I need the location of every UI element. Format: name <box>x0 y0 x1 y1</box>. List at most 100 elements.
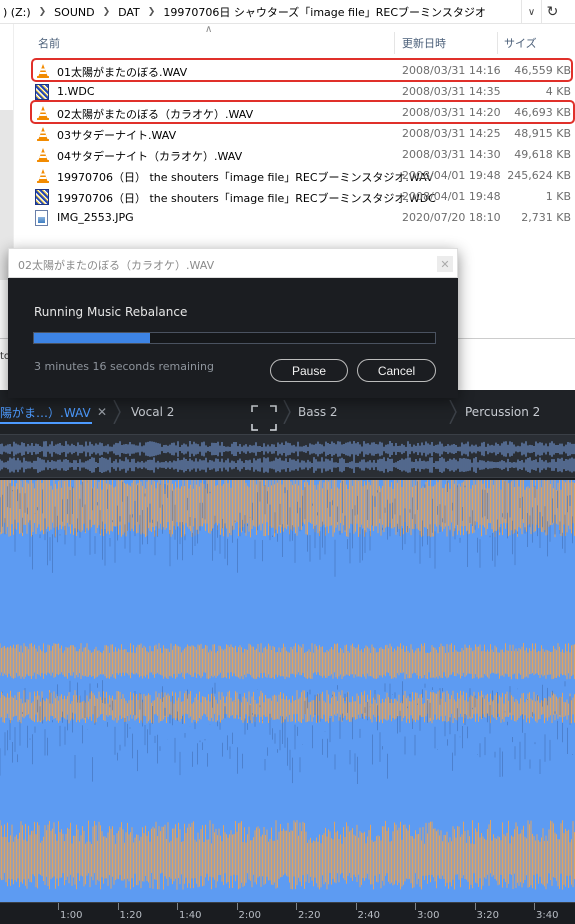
file-date: 2008/03/31 14:20 <box>402 106 501 119</box>
refresh-icon[interactable]: ↻ <box>541 0 563 24</box>
tab-separator-icon <box>113 400 121 424</box>
breadcrumb[interactable]: ) (Z:) ❯ SOUND ❯ DAT ❯ 19970706日 シャウターズ「… <box>0 0 520 24</box>
cancel-button[interactable]: Cancel <box>357 359 436 382</box>
file-size: 48,915 KB <box>514 127 571 140</box>
progress-fill <box>34 333 151 343</box>
file-size: 46,559 KB <box>514 64 571 77</box>
file-row[interactable]: 02太陽がまたのぼる（カラオケ）.WAV 2008/03/31 14:20 46… <box>30 102 575 123</box>
file-name: 03サタデーナイト.WAV <box>57 129 177 142</box>
active-tab-indicator <box>0 422 92 424</box>
timeline-tick <box>296 903 297 910</box>
tab-label: Bass 2 <box>298 405 338 419</box>
timeline-tick <box>355 903 357 910</box>
breadcrumb-drive[interactable]: ) (Z:) <box>0 6 34 19</box>
close-icon[interactable]: ✕ <box>437 256 453 272</box>
file-name: 04サタデーナイト（カラオケ）.WAV <box>57 150 243 163</box>
timeline-tick <box>117 903 119 910</box>
chevron-right-icon: ❯ <box>38 7 47 17</box>
breadcrumb-sound[interactable]: SOUND <box>51 6 97 19</box>
breadcrumb-dat[interactable]: DAT <box>115 6 143 19</box>
vlc-cone-icon <box>35 147 51 163</box>
pause-button[interactable]: Pause <box>270 359 348 382</box>
file-size: 46,693 KB <box>514 106 571 119</box>
expand-icon[interactable] <box>251 405 277 431</box>
tab-separator-icon <box>449 400 457 424</box>
file-size: 4 KB <box>545 85 571 98</box>
vlc-cone-icon <box>35 63 51 79</box>
file-name: 1.WDC <box>57 85 95 98</box>
wdc-file-icon <box>35 84 51 100</box>
file-size: 49,618 KB <box>514 148 571 161</box>
timeline-label: 2:20 <box>298 910 321 921</box>
file-size: 245,624 KB <box>507 169 571 182</box>
timeline-label: 1:20 <box>119 910 142 921</box>
file-date: 2008/03/31 14:30 <box>402 148 501 161</box>
overview-waveform-graphic <box>0 441 575 473</box>
file-size: 1 KB <box>545 190 571 203</box>
column-modified[interactable]: 更新日時 <box>402 35 446 51</box>
vlc-cone-icon <box>35 105 51 121</box>
file-size: 2,731 KB <box>521 211 571 224</box>
column-divider[interactable] <box>394 32 395 54</box>
timeline-ruler[interactable]: 1:00 1:20 1:40 2:00 2:20 2:40 3:00 3:20 3:40 <box>0 902 575 924</box>
close-icon[interactable]: ✕ <box>97 405 107 419</box>
file-row[interactable]: IMG_2553.JPG 2020/07/20 18:10 2,731 KB <box>30 207 575 228</box>
dialog-title: 02太陽がまたのぼる（カラオケ）.WAV <box>18 259 215 272</box>
spectral-waveform-graphic <box>0 480 575 890</box>
file-name: 19970706（日） the shouters「image file」RECブ… <box>57 192 436 205</box>
file-name: 02太陽がまたのぼる（カラオケ）.WAV <box>57 108 254 121</box>
file-row[interactable]: 03サタデーナイト.WAV 2008/03/31 14:25 48,915 KB <box>30 123 575 144</box>
chevron-down-icon[interactable]: ∨ <box>521 0 541 24</box>
file-row[interactable]: 19970706（日） the shouters「image file」RECブ… <box>30 186 575 207</box>
timeline-label: 3:40 <box>536 910 559 921</box>
file-date: 2008/03/31 14:25 <box>402 127 501 140</box>
column-header: 名前 更新日時 サイズ <box>30 32 575 54</box>
timeline-tick <box>58 903 59 910</box>
file-name: IMG_2553.JPG <box>57 211 134 224</box>
timeline-label: 2:40 <box>357 910 380 921</box>
timeline-label: 1:00 <box>60 910 83 921</box>
chevron-right-icon: ❯ <box>102 7 111 17</box>
file-name: 19970706（日） the shouters「image file」RECブ… <box>57 171 434 184</box>
file-date: 2008/03/31 14:35 <box>402 85 501 98</box>
waveform-display[interactable] <box>0 480 575 902</box>
file-row[interactable]: 1.WDC 2008/03/31 14:35 4 KB <box>30 81 575 102</box>
dialog-titlebar[interactable]: 02太陽がまたのぼる（カラオケ）.WAV ✕ <box>8 248 458 278</box>
timeline-label: 3:00 <box>417 910 440 921</box>
tab-percussion-2[interactable]: Percussion 2 <box>465 390 540 434</box>
timeline-label: 2:00 <box>238 910 261 921</box>
tab-label: 陽がま…）.WAV <box>0 405 91 420</box>
column-divider[interactable] <box>497 32 498 54</box>
column-size[interactable]: サイズ <box>504 35 537 51</box>
timeline-tick <box>534 903 535 910</box>
breadcrumb-current-folder[interactable]: 19970706日 シャウターズ「image file」RECブーミンスタジオ <box>160 4 489 20</box>
file-row[interactable]: 01太陽がまたのぼる.WAV 2008/03/31 14:16 46,559 K… <box>30 60 575 81</box>
column-name[interactable]: 名前 <box>38 35 60 51</box>
progress-bar <box>33 332 436 344</box>
tab-separator-icon <box>283 400 291 424</box>
waveform-overview[interactable] <box>0 434 575 478</box>
tab-label: Vocal 2 <box>131 405 175 419</box>
timeline-tick <box>415 903 416 910</box>
file-date: 2020/07/20 18:10 <box>402 211 501 224</box>
address-bar[interactable]: ) (Z:) ❯ SOUND ❯ DAT ❯ 19970706日 シャウターズ「… <box>0 0 575 24</box>
vlc-cone-icon <box>35 168 51 184</box>
file-date: 2008/04/01 19:48 <box>402 190 501 203</box>
audio-editor: 陽がま…）.WAV ✕ Vocal 2 Bass 2 Percussion 2 … <box>0 390 575 924</box>
wdc-file-icon <box>35 189 51 205</box>
file-date: 2008/04/01 19:48 <box>402 169 501 182</box>
file-name: 01太陽がまたのぼる.WAV <box>57 66 188 79</box>
timeline-tick <box>474 903 476 910</box>
vlc-cone-icon <box>35 126 51 142</box>
tab-label: Percussion 2 <box>465 405 541 419</box>
chevron-right-icon: ❯ <box>147 7 156 17</box>
timeline-label: 1:40 <box>179 910 202 921</box>
timeline-label: 3:20 <box>476 910 499 921</box>
dialog-heading: Running Music Rebalance <box>34 305 188 319</box>
timeline-tick <box>236 903 238 910</box>
file-row[interactable]: 19970706（日） the shouters「image file」RECブ… <box>30 165 575 186</box>
file-list: 01太陽がまたのぼる.WAV 2008/03/31 14:16 46,559 K… <box>30 60 575 228</box>
time-remaining: 3 minutes 16 seconds remaining <box>34 360 215 373</box>
progress-dialog: 02太陽がまたのぼる（カラオケ）.WAV ✕ Running Music Reb… <box>8 248 458 398</box>
file-row[interactable]: 04サタデーナイト（カラオケ）.WAV 2008/03/31 14:30 49,… <box>30 144 575 165</box>
